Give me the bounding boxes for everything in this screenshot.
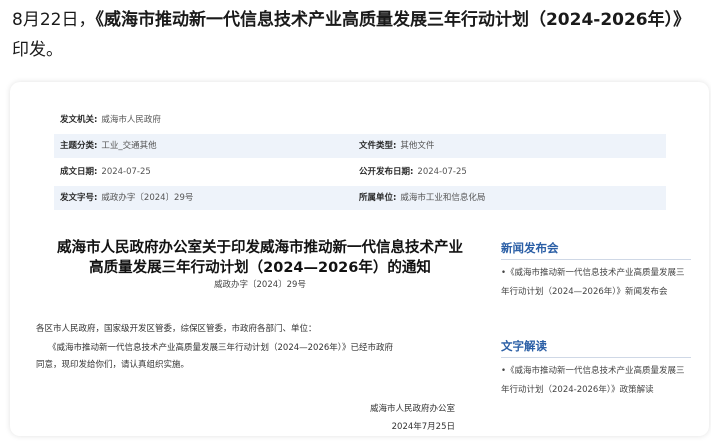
sidebar-news: 新闻发布会 •《威海市推动新一代信息技术产业高质量发展三年行动计划（2024—2…	[501, 240, 691, 302]
unit-label: 所属单位:	[359, 193, 397, 203]
interpretation-heading[interactable]: 文字解读	[501, 338, 691, 358]
created-label: 成文日期:	[60, 167, 98, 177]
document-signer: 威海市人民政府办公室	[369, 404, 455, 414]
news-heading[interactable]: 新闻发布会	[501, 240, 691, 260]
intro-date: 8月22日，	[12, 10, 96, 30]
intro-suffix: 印发。	[12, 40, 63, 60]
doctype-value: 其他文件	[400, 141, 435, 151]
meta-row-issuer: 发文机关: 威海市人民政府	[54, 108, 666, 132]
document-title-line-1: 威海市人民政府办公室关于印发威海市推动新一代信息技术产业	[57, 240, 463, 256]
intro-paragraph: 8月22日，《威海市推动新一代信息技术产业高质量发展三年行动计划（2024-20…	[12, 5, 702, 65]
document-body-line-2: 同意，现印发给你们，请认真组织实施。	[36, 360, 190, 370]
topic-value: 工业_交通其他	[101, 141, 157, 151]
published-label: 公开发布日期:	[359, 167, 414, 177]
created-value: 2024-07-25	[101, 167, 151, 177]
unit-value: 威海市工业和信息化局	[400, 193, 486, 203]
document-salutation: 各区市人民政府，国家级开发区管委，综保区管委，市政府各部门、单位：	[36, 324, 317, 334]
sidebar-interpretation: 文字解读 •《威海市推动新一代信息技术产业高质量发展三年行动计划（2024-20…	[501, 338, 691, 400]
topic-label: 主题分类:	[60, 141, 98, 151]
document-number: 威政办字〔2024〕29号	[214, 280, 306, 290]
document-screenshot-card: 发文机关: 威海市人民政府 主题分类: 工业_交通其他 文件类型: 其他文件 成文日期…	[10, 82, 709, 436]
meta-row-dates: 成文日期: 2024-07-25 公开发布日期: 2024-07-25	[54, 160, 666, 184]
docno-label: 发文字号:	[60, 193, 98, 203]
news-link[interactable]: •《威海市推动新一代信息技术产业高质量发展三年行动计划（2024—2026年）》…	[501, 264, 691, 302]
published-value: 2024-07-25	[417, 167, 467, 177]
meta-row-topic: 主题分类: 工业_交通其他 文件类型: 其他文件	[54, 134, 666, 158]
issuer-value: 威海市人民政府	[101, 115, 161, 125]
issuer-label: 发文机关:	[60, 115, 98, 125]
interpretation-link[interactable]: •《威海市推动新一代信息技术产业高质量发展三年行动计划（2024-2026年）》…	[501, 362, 691, 400]
intro-document-title: 《威海市推动新一代信息技术产业高质量发展三年行动计划（2024-2026年）》	[95, 10, 691, 30]
docno-value: 威政办字〔2024〕29号	[101, 193, 194, 203]
document-title-line-2: 高质量发展三年行动计划（2024—2026年）的通知	[89, 260, 431, 276]
meta-row-docno: 发文字号: 威政办字〔2024〕29号 所属单位: 威海市工业和信息化局	[54, 186, 666, 210]
document-sign-date: 2024年7月25日	[391, 422, 455, 432]
doctype-label: 文件类型:	[359, 141, 397, 151]
